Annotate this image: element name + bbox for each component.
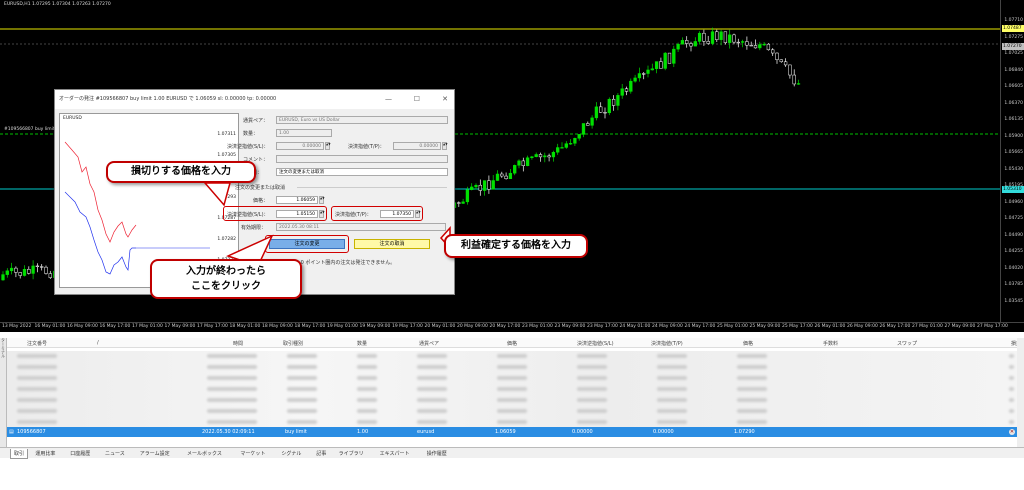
table-header-cell[interactable]: スワップ <box>897 340 917 347</box>
table-header-cell[interactable]: / <box>97 340 99 346</box>
table-row-blurred[interactable] <box>7 351 1017 362</box>
time-axis-label: 26 May 09:00 <box>847 324 878 329</box>
table-header-cell[interactable]: 数量 <box>357 340 367 347</box>
terminal-tab[interactable]: メールボックス <box>184 449 225 458</box>
cell-symbol: eurusd <box>417 429 435 435</box>
table-row-selected[interactable]: ▤ 109566807 2022.05.30 02:09:11 buy limi… <box>7 427 1017 437</box>
table-header-cell[interactable]: 手数料 <box>823 340 838 347</box>
table-scrollbar[interactable] <box>1017 338 1024 447</box>
cell-volume: 1.00 <box>357 429 369 435</box>
terminal-tab[interactable]: 操作履歴 <box>424 449 450 458</box>
click-callout-line2: ここをクリック <box>191 281 261 292</box>
click-callout-line1: 入力が終わったら <box>186 266 266 277</box>
terminal-tab[interactable]: 取引 <box>10 449 29 459</box>
time-axis-label: 26 May 01:00 <box>814 324 846 329</box>
time-axis-label: 19 May 09:00 <box>359 324 391 329</box>
time-axis-label: 24 May 17:00 <box>684 324 716 329</box>
time-axis-label: 18 May 01:00 <box>229 324 261 329</box>
row-icon: ▤ <box>9 429 14 435</box>
cell-price: 1.06059 <box>495 429 516 435</box>
table-row-blurred[interactable] <box>7 362 1017 373</box>
cell-current-price: 1.07290 <box>734 429 755 435</box>
time-axis: 13 May 2022 16 May 01:00 16 May 09:00 16 Ma… <box>0 322 1024 332</box>
terminal-tab[interactable]: マーケット <box>237 449 268 458</box>
table-header-cell[interactable]: 通貨ペア <box>419 340 439 347</box>
terminal-tab[interactable]: エキスパート <box>377 449 413 458</box>
time-axis-label: 25 May 09:00 <box>749 324 781 329</box>
table-header-cell[interactable]: 価格 <box>507 340 517 347</box>
time-axis-label: 16 May 09:00 <box>67 324 98 329</box>
time-axis-label: 20 May 17:00 <box>489 324 521 329</box>
time-axis-label: 26 May 17:00 <box>879 324 911 329</box>
time-axis-label: 24 May 09:00 <box>652 324 683 329</box>
time-axis-label: 17 May 01:00 <box>132 324 163 329</box>
time-axis-label: 13 May 2022 <box>2 324 32 329</box>
cell-tp: 0.00000 <box>653 429 674 435</box>
time-axis-label: 17 May 09:00 <box>164 324 196 329</box>
time-axis-label: 27 May 17:00 <box>977 324 1008 329</box>
time-axis-label: 17 May 17:00 <box>197 324 228 329</box>
time-axis-label: 16 May 17:00 <box>99 324 131 329</box>
table-header-cell[interactable]: 決済指値(T/P) <box>651 340 683 347</box>
table-header-cell[interactable]: 時間 <box>233 340 243 347</box>
time-axis-label: 27 May 01:00 <box>912 324 943 329</box>
terminal-tab[interactable]: 記事 <box>313 449 329 458</box>
cell-sl: 0.00000 <box>572 429 593 435</box>
table-row-blurred[interactable] <box>7 395 1017 406</box>
time-axis-label: 24 May 01:00 <box>619 324 651 329</box>
table-header-cell[interactable]: 価格 <box>743 340 753 347</box>
time-axis-label: 19 May 01:00 <box>327 324 358 329</box>
table-row-blurred[interactable] <box>7 384 1017 395</box>
time-axis-label: 23 May 01:00 <box>522 324 553 329</box>
click-callout: 入力が終わったら ここをクリック <box>150 259 302 299</box>
time-axis-label: 23 May 17:00 <box>587 324 618 329</box>
table-header-cell[interactable]: 取引種別 <box>283 340 303 347</box>
time-axis-label: 20 May 09:00 <box>457 324 488 329</box>
table-row-blurred[interactable] <box>7 373 1017 384</box>
terminal-tab[interactable]: ニュース <box>102 449 128 458</box>
table-header-cell[interactable]: 注文番号 <box>27 340 47 347</box>
terminal-tab[interactable]: ライブラリ <box>336 449 367 458</box>
terminal-tab[interactable]: 運用比率 <box>32 449 58 458</box>
terminal-side-label: ターミナル <box>0 338 7 447</box>
table-header-cell[interactable]: 決済逆指値(S/L) <box>577 340 614 347</box>
table-row-blurred[interactable] <box>7 406 1017 417</box>
cell-type: buy limit <box>285 429 307 435</box>
time-axis-label: 23 May 09:00 <box>554 324 586 329</box>
cell-time: 2022.05.30 02:09:11 <box>202 429 255 435</box>
terminal-tabs: 取引 運用比率 口座履歴 ニュース アラーム設定 メールボックス マーケット シグナル 記事 ライ… <box>0 447 1024 459</box>
time-axis-label: 18 May 09:00 <box>262 324 293 329</box>
time-axis-label: 25 May 01:00 <box>717 324 748 329</box>
terminal-tab[interactable]: アラーム設定 <box>137 449 173 458</box>
time-axis-label: 20 May 01:00 <box>424 324 456 329</box>
time-axis-label: 16 May 01:00 <box>34 324 66 329</box>
terminal-tab[interactable]: 口座履歴 <box>67 449 93 458</box>
terminal-tab[interactable]: シグナル <box>278 449 304 458</box>
time-axis-label: 27 May 09:00 <box>944 324 976 329</box>
orders-table: 注文番号 / 時間 取引種別 数量 通貨ペア 価格 決済逆指値(S/L) 決済指値(T/P) 価格… <box>7 338 1024 441</box>
time-axis-label: 18 May 17:00 <box>294 324 326 329</box>
tp-callout: 利益確定する価格を入力 <box>444 234 588 258</box>
time-axis-label: 25 May 17:00 <box>782 324 813 329</box>
cell-order: 109566807 <box>17 429 46 435</box>
time-axis-label: 19 May 17:00 <box>392 324 423 329</box>
close-order-icon[interactable]: ✕ <box>1009 429 1015 435</box>
table-header: 注文番号 / 時間 取引種別 数量 通貨ペア 価格 決済逆指値(S/L) 決済指値(T/P) 価格… <box>7 338 1024 348</box>
